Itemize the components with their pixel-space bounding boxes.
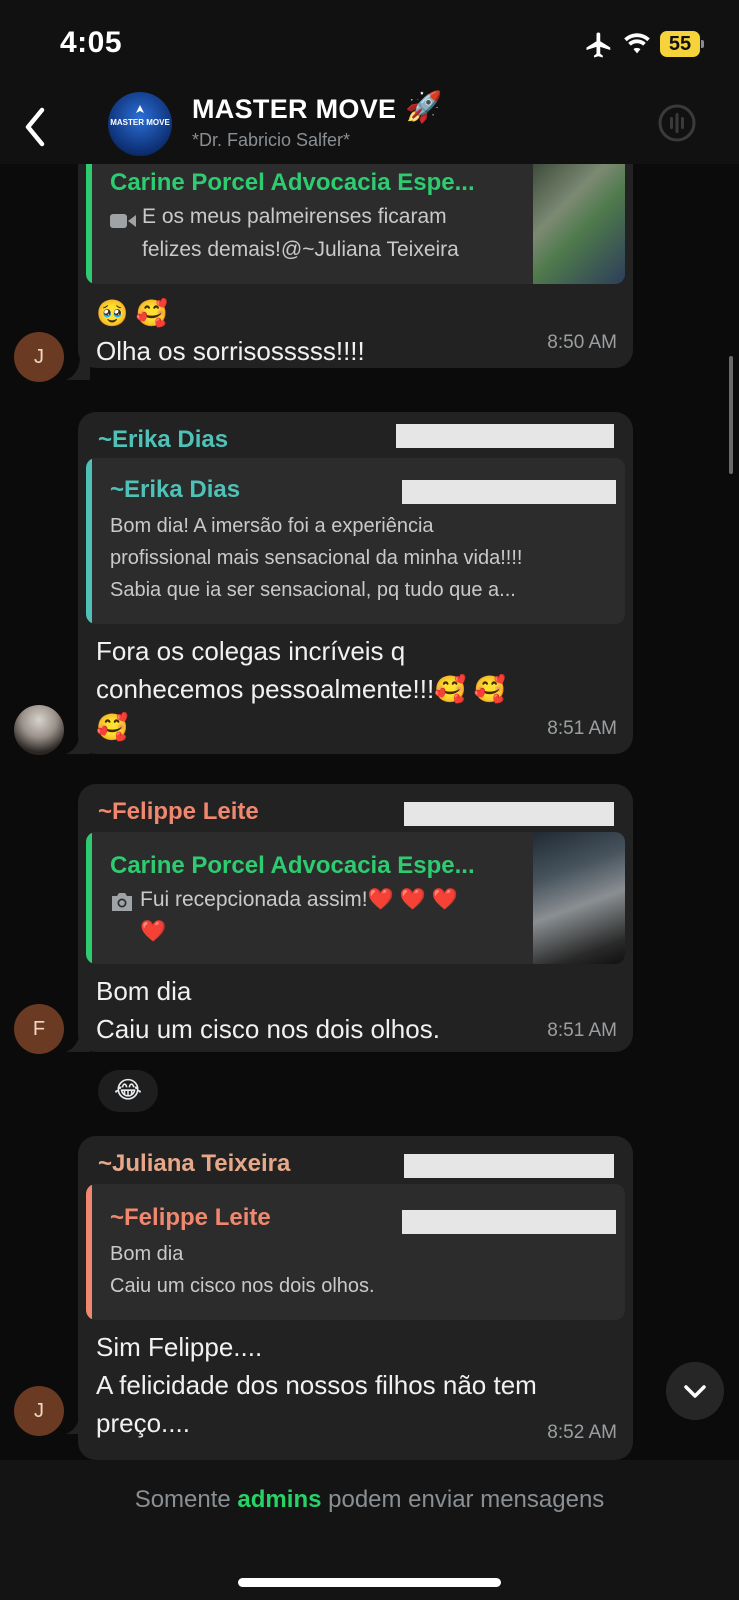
notice-text-after: podem enviar mensagens (321, 1486, 605, 1513)
scroll-indicator[interactable] (729, 356, 733, 474)
message-time: 8:50 AM (547, 332, 617, 353)
redacted-phone (404, 802, 614, 826)
quote-text: Bom dia Caiu um cisco nos dois olhos. (110, 1243, 375, 1297)
quote-thumbnail[interactable] (533, 832, 625, 964)
quote-text: Bom dia! A imersão foi a experiência pro… (110, 515, 523, 601)
message-text: Bom dia Caiu um cisco nos dois olhos. (96, 976, 440, 1044)
back-arrow-icon[interactable] (18, 102, 54, 152)
bubble-tail (66, 730, 90, 754)
redacted-phone (402, 1210, 616, 1234)
notice-text-before: Somente (134, 1486, 238, 1513)
quote-sender: Carine Porcel Advocacia Espe... (110, 169, 475, 196)
message-bubble[interactable]: ~Juliana Teixeira ~Felippe Leite Bom dia… (78, 1136, 633, 1460)
quoted-message[interactable]: ~Erika Dias Bom dia! A imersão foi a exp… (86, 458, 625, 624)
group-avatar-text: MASTER MOVE (110, 118, 170, 127)
notice-admins-link[interactable]: admins (237, 1486, 321, 1513)
bubble-tail (66, 356, 90, 380)
message-time: 8:51 AM (547, 1020, 617, 1041)
group-avatar[interactable]: MASTER MOVE (108, 92, 172, 156)
home-indicator[interactable] (238, 1578, 501, 1587)
quote-accent-bar (86, 458, 92, 624)
sender-avatar[interactable]: J (14, 332, 64, 382)
sender-avatar[interactable]: F (14, 1004, 64, 1054)
quote-sender: ~Erika Dias (110, 476, 241, 503)
quoted-message[interactable]: ~Felippe Leite Bom dia Caiu um cisco nos… (86, 1184, 625, 1320)
quote-text: E os meus palmeirenses ficaram felizes d… (142, 200, 459, 266)
group-title[interactable]: MASTER MOVE (192, 94, 396, 125)
message-text: Fora os colegas incríveis q conhecemos p… (96, 636, 507, 742)
redacted-phone (402, 480, 616, 504)
message-text: 🥹 🥰 Olha os sorrisosssss!!!! (96, 298, 365, 366)
airplane-mode-icon (586, 32, 611, 58)
battery-level: 55 (660, 31, 700, 57)
admins-only-notice: Somente admins podem enviar mensagens (0, 1486, 739, 1514)
quoted-message[interactable]: Carine Porcel Advocacia Espe... Fui rece… (86, 832, 625, 964)
quote-accent-bar (86, 832, 92, 964)
chat-header: MASTER MOVE MASTER MOVE 🚀 *Dr. Fabricio … (0, 90, 739, 164)
message-sender[interactable]: ~Juliana Teixeira (98, 1150, 290, 1178)
composer-area: Somente admins podem enviar mensagens (0, 1460, 739, 1600)
battery-indicator: 55 (660, 31, 704, 57)
message-reaction[interactable]: 😂 (98, 1070, 158, 1112)
quote-accent-bar (86, 164, 92, 284)
group-subtitle[interactable]: *Dr. Fabricio Salfer* (192, 130, 350, 151)
video-icon (110, 214, 136, 228)
logo-mark-icon (136, 105, 144, 113)
quote-text: Fui recepcionada assim!❤️ ❤️ ❤️ ❤️ (140, 888, 458, 943)
voice-chat-icon[interactable] (656, 102, 698, 144)
quote-thumbnail[interactable] (533, 164, 625, 284)
quote-sender: Carine Porcel Advocacia Espe... (110, 852, 475, 879)
sender-avatar-photo[interactable] (14, 705, 64, 755)
wifi-icon (624, 33, 650, 54)
status-time: 4:05 (60, 26, 123, 59)
scroll-to-bottom-button[interactable] (666, 1362, 724, 1420)
redacted-phone (404, 1154, 614, 1178)
quote-accent-bar (86, 1184, 92, 1320)
sender-avatar[interactable]: J (14, 1386, 64, 1436)
bubble-tail (66, 1028, 90, 1052)
message-time: 8:51 AM (547, 718, 617, 739)
rocket-emoji: 🚀 (405, 91, 443, 124)
bubble-tail (66, 1410, 90, 1434)
status-bar: 4:05 55 (0, 0, 739, 90)
camera-icon (112, 893, 132, 911)
message-time: 8:52 AM (547, 1422, 617, 1443)
quote-text-content: E os meus palmeirenses ficaram felizes d… (142, 205, 459, 261)
message-sender[interactable]: ~Felippe Leite (98, 798, 259, 826)
message-text: Sim Felippe.... A felicidade dos nossos … (96, 1332, 537, 1438)
message-sender[interactable]: ~Erika Dias (98, 426, 228, 454)
redacted-phone (396, 424, 614, 448)
quoted-message[interactable]: Carine Porcel Advocacia Espe... E os meu… (86, 164, 625, 284)
message-bubble[interactable]: ~Felippe Leite Carine Porcel Advocacia E… (78, 784, 633, 1052)
quote-sender: ~Felippe Leite (110, 1204, 271, 1231)
chat-area[interactable]: Carine Porcel Advocacia Espe... E os meu… (0, 164, 739, 1460)
battery-cap (701, 40, 704, 48)
message-bubble[interactable]: Carine Porcel Advocacia Espe... E os meu… (78, 164, 633, 368)
message-bubble[interactable]: ~Erika Dias ~Erika Dias Bom dia! A imers… (78, 412, 633, 754)
